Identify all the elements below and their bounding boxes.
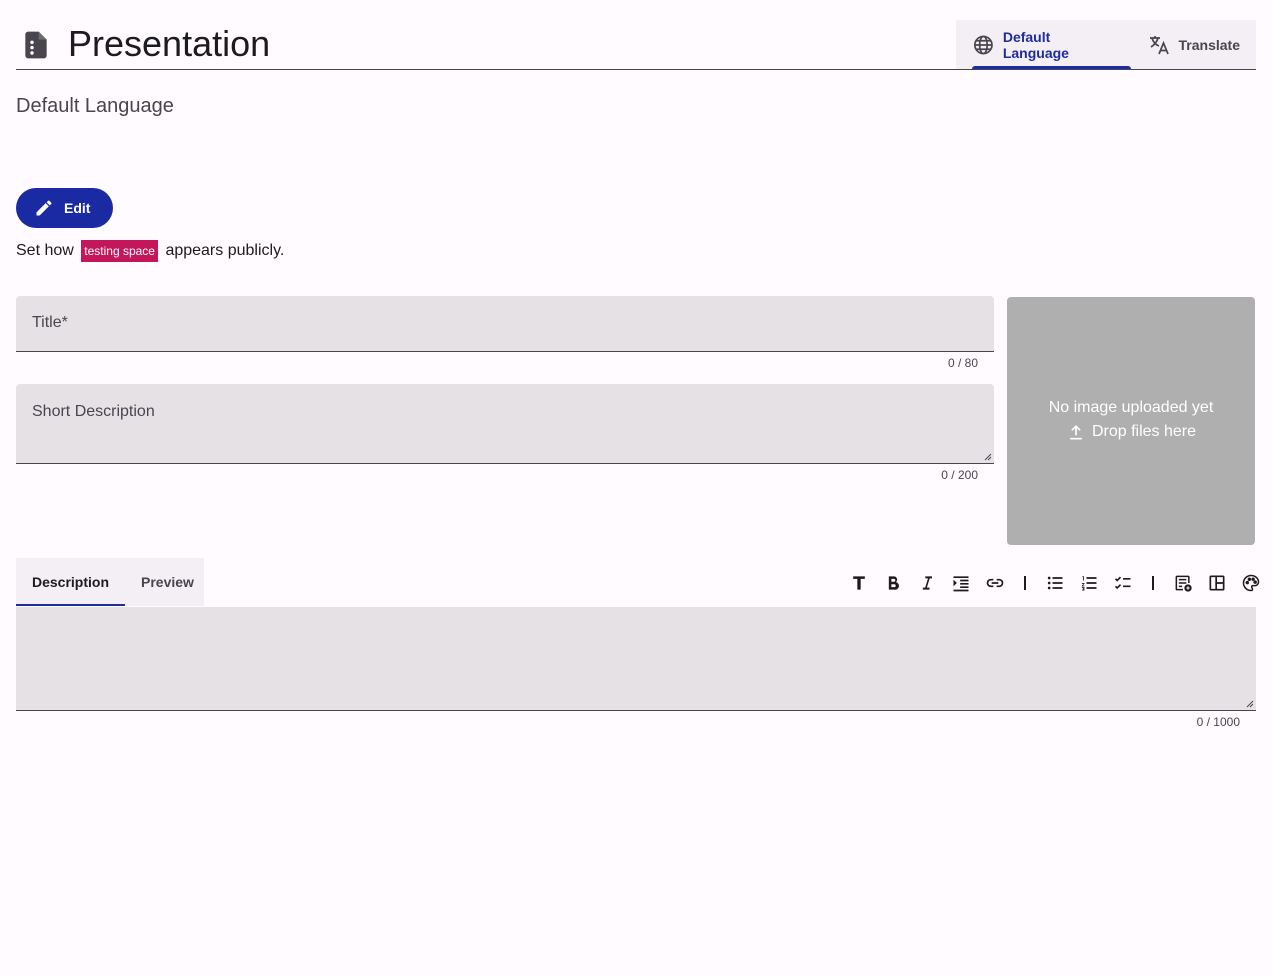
bullet-list-button[interactable] bbox=[1038, 571, 1072, 595]
no-image-text: No image uploaded yet bbox=[1048, 399, 1214, 416]
link-icon bbox=[986, 578, 1004, 588]
tab-label: Description bbox=[32, 574, 110, 590]
description-counter: 0 / 1000 bbox=[1196, 715, 1240, 729]
image-drop-zone[interactable]: No image uploaded yet Drop files here bbox=[1007, 297, 1255, 545]
pencil-icon bbox=[36, 200, 52, 216]
short-description-input[interactable] bbox=[16, 384, 994, 463]
italic-button[interactable] bbox=[910, 571, 944, 595]
tab-description[interactable]: Description bbox=[16, 558, 126, 606]
title-field[interactable]: Title* bbox=[16, 296, 994, 352]
title-counter: 0 / 80 bbox=[947, 356, 978, 370]
tab-default-language[interactable]: Default Language bbox=[956, 20, 1131, 69]
table-button[interactable] bbox=[1200, 571, 1234, 595]
insert-card-icon bbox=[1175, 575, 1192, 592]
link-button[interactable] bbox=[978, 571, 1012, 595]
palette-icon bbox=[1242, 574, 1260, 592]
visibility-hint: Set how testing space appears publicly. bbox=[16, 240, 284, 262]
drop-files-label: Drop files here bbox=[1007, 422, 1255, 442]
page-header: Presentation Default Language Translate bbox=[16, 0, 1256, 70]
bold-icon bbox=[888, 576, 899, 590]
globe-icon bbox=[973, 35, 993, 54]
numbered-list-icon bbox=[1081, 576, 1097, 591]
markdown-toolbar bbox=[842, 571, 1268, 595]
bold-button[interactable] bbox=[876, 571, 910, 595]
space-name-chip: testing space bbox=[81, 240, 158, 262]
active-tab-indicator bbox=[16, 604, 126, 606]
language-tabs: Default Language Translate bbox=[956, 20, 1256, 69]
checklist-icon bbox=[1114, 576, 1131, 590]
description-editor[interactable] bbox=[16, 607, 1256, 711]
checklist-button[interactable] bbox=[1106, 571, 1140, 595]
color-button[interactable] bbox=[1234, 571, 1268, 595]
section-title: Default Language bbox=[16, 95, 174, 117]
translate-icon bbox=[1149, 35, 1169, 54]
toolbar-divider bbox=[1024, 576, 1026, 590]
description-input[interactable] bbox=[16, 607, 1256, 710]
resize-handle-icon[interactable] bbox=[984, 453, 992, 461]
heading-button[interactable] bbox=[842, 571, 876, 595]
edit-button[interactable]: Edit bbox=[16, 188, 113, 228]
edit-button-label: Edit bbox=[64, 200, 91, 216]
toolbar-divider bbox=[1152, 576, 1154, 590]
hint-prefix: Set how bbox=[16, 242, 74, 259]
short-description-counter: 0 / 200 bbox=[941, 468, 978, 482]
insert-card-button[interactable] bbox=[1166, 571, 1200, 595]
drop-files-text: Drop files here bbox=[1091, 423, 1197, 440]
tab-translate[interactable]: Translate bbox=[1131, 20, 1256, 69]
upload-icon bbox=[1070, 424, 1082, 440]
tab-preview[interactable]: Preview bbox=[125, 558, 210, 606]
document-icon bbox=[25, 31, 47, 59]
numbered-list-button[interactable] bbox=[1072, 571, 1106, 595]
indent-button[interactable] bbox=[944, 571, 978, 595]
italic-icon bbox=[922, 576, 932, 590]
active-tab-indicator bbox=[972, 66, 1131, 69]
title-input[interactable] bbox=[16, 296, 994, 351]
indent-icon bbox=[953, 576, 969, 592]
bullet-list-icon bbox=[1047, 576, 1063, 590]
tab-label: Default Language bbox=[1002, 28, 1069, 61]
resize-handle-icon[interactable] bbox=[1246, 700, 1254, 708]
heading-icon bbox=[853, 576, 865, 590]
description-tabs: Description Preview bbox=[16, 558, 204, 606]
table-icon bbox=[1209, 575, 1225, 591]
page-title: Presentation bbox=[68, 23, 271, 64]
hint-suffix: appears publicly. bbox=[165, 242, 285, 259]
tab-label: Preview bbox=[141, 574, 194, 590]
tab-label: Translate bbox=[1178, 36, 1240, 53]
short-description-field[interactable]: Short Description bbox=[16, 384, 994, 464]
